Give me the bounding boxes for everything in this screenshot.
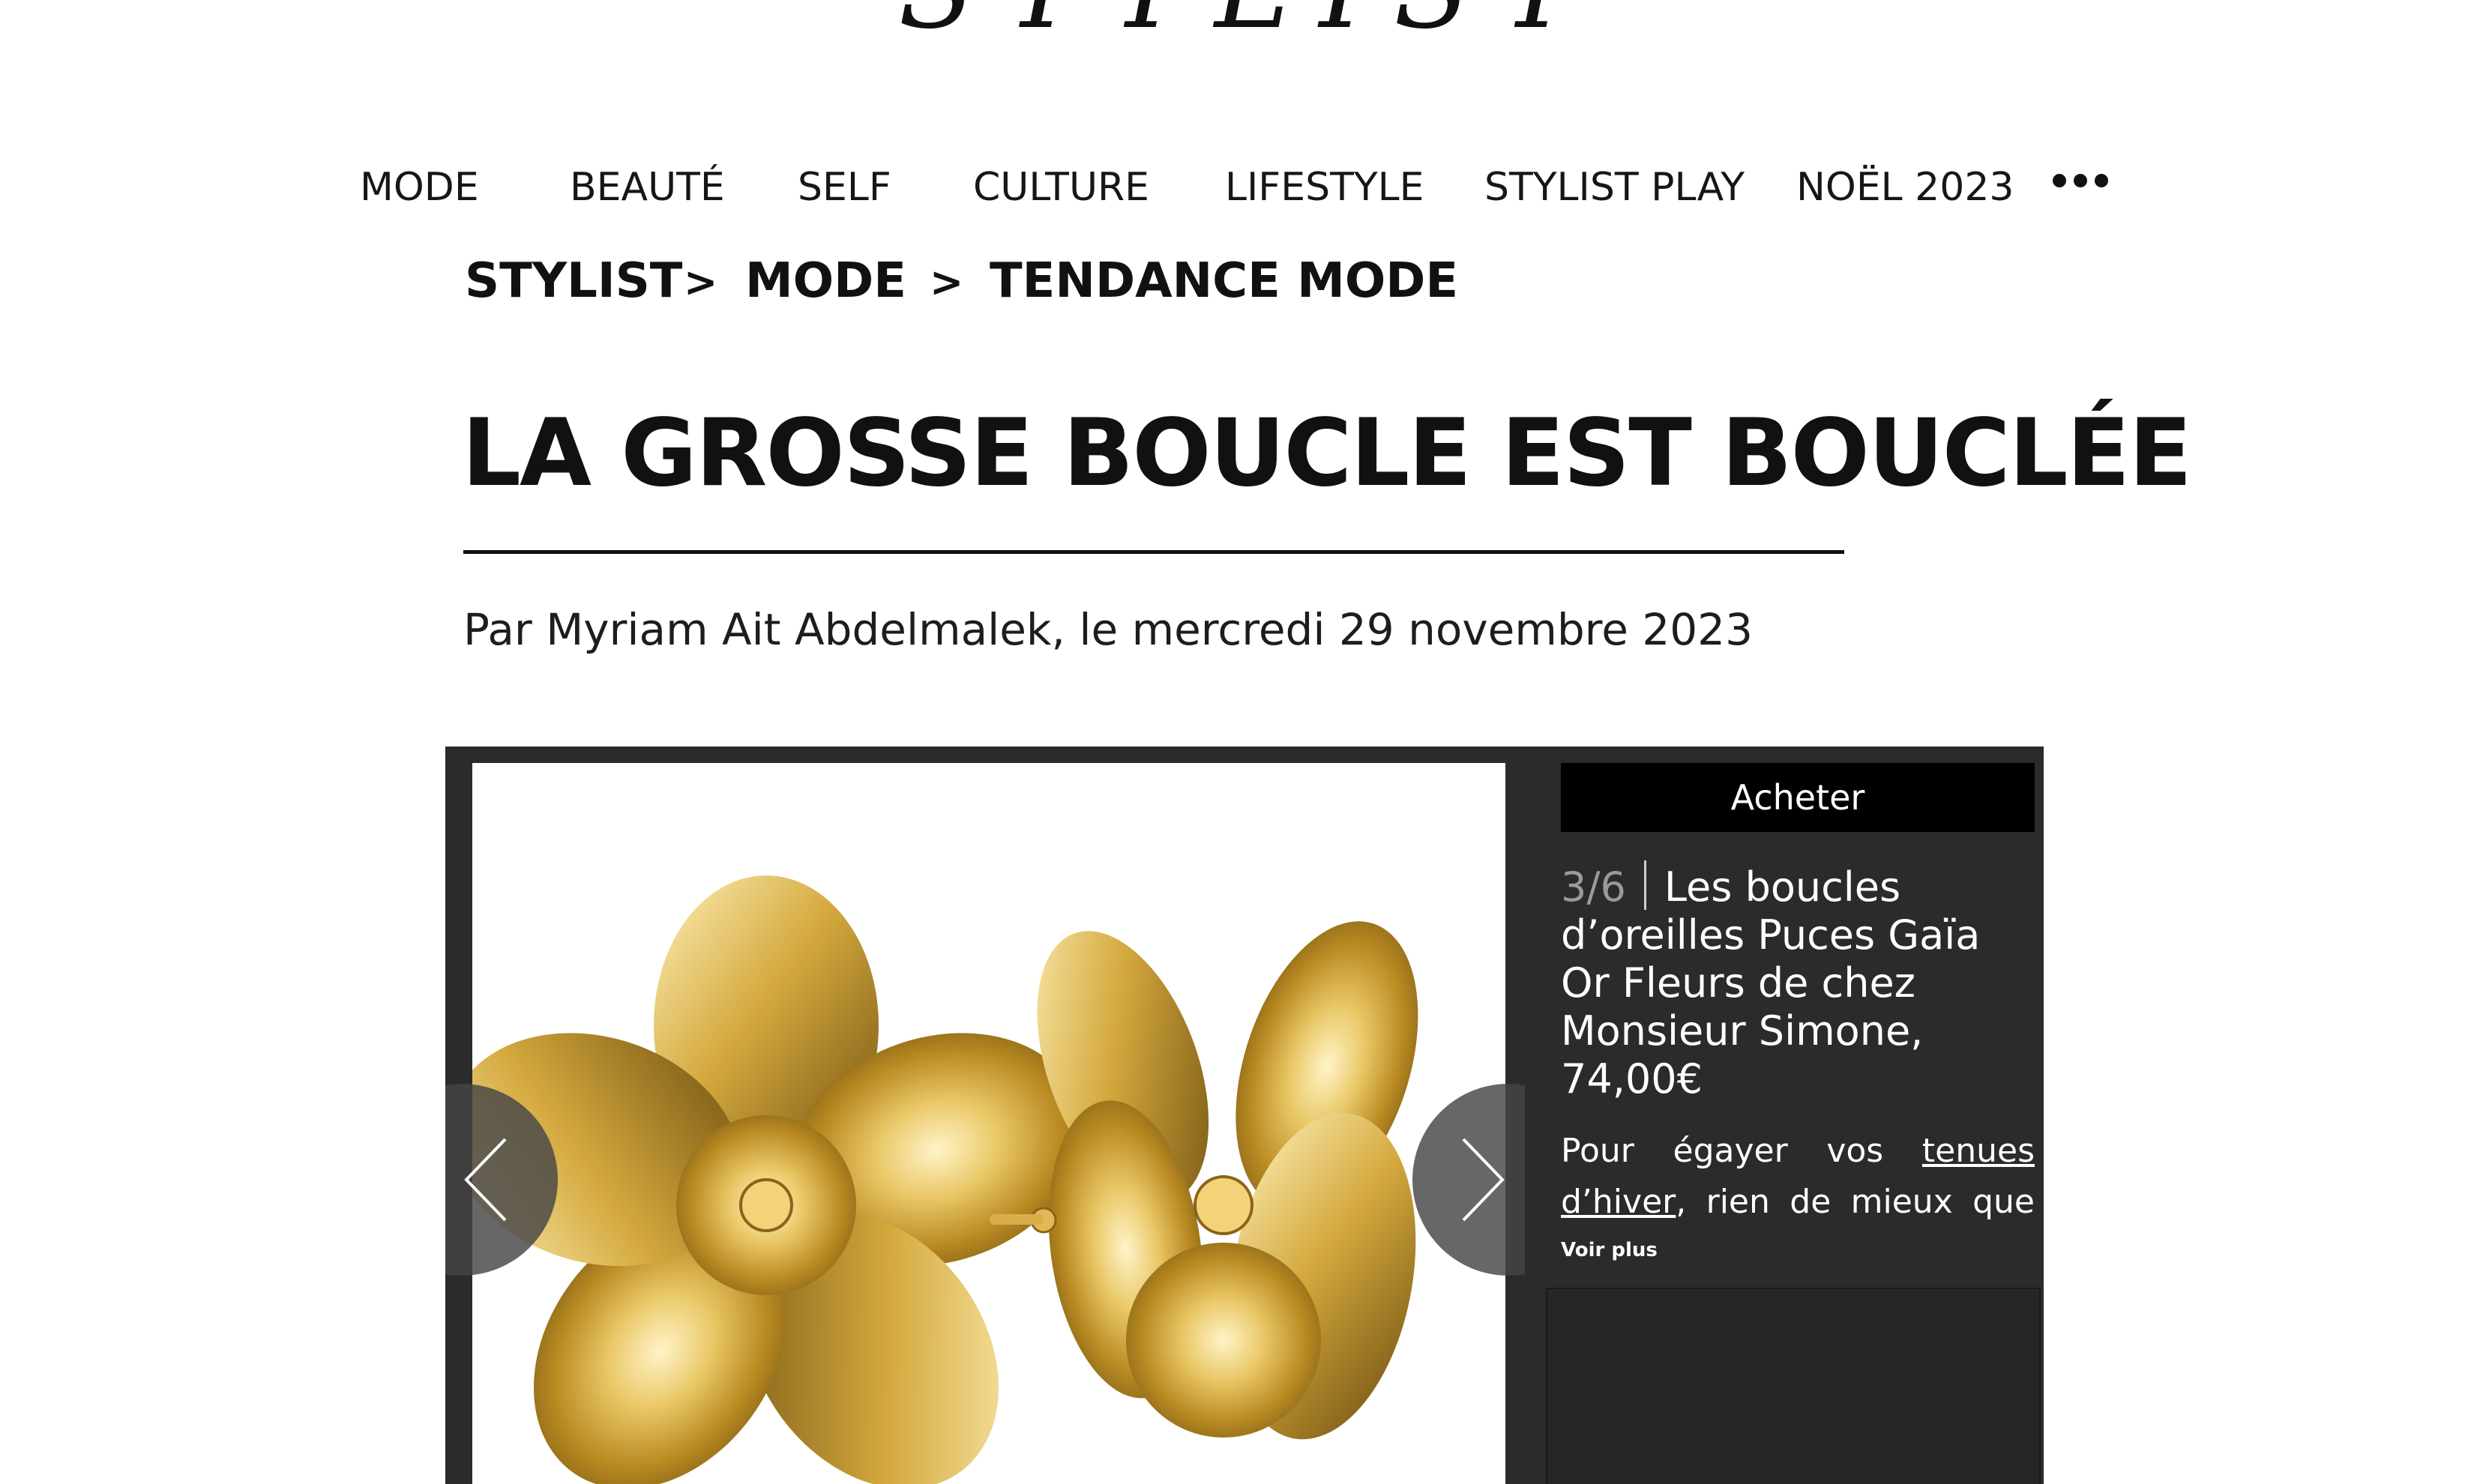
gold-flower-earrings-image[interactable] (472, 763, 1505, 1484)
breadcrumb-separator: > (930, 259, 964, 306)
see-more-link[interactable]: Voir plus (1561, 1237, 1658, 1264)
nav-item-self[interactable]: SELF (798, 157, 891, 217)
chevron-right-icon (1462, 1138, 1505, 1222)
breadcrumb-stylist[interactable]: STYLIST (465, 251, 682, 311)
slide-info-panel: Acheter 3/6 Les boucles d’oreilles Puces … (1546, 763, 2044, 1484)
breadcrumb-tendance-mode[interactable]: TENDANCE MODE (990, 251, 1458, 311)
slide-title: 3/6 Les boucles d’oreilles Puces Gaïa Or … (1561, 860, 2035, 1103)
buy-button[interactable]: Acheter (1561, 763, 2035, 832)
nav-item-culture[interactable]: CULTURE (973, 157, 1149, 217)
title-divider (463, 550, 1844, 554)
breadcrumb-separator: > (684, 259, 718, 306)
slideshow-next-button[interactable] (1412, 1084, 1525, 1276)
chevron-left-icon (464, 1138, 507, 1222)
nav-item-stylist-play[interactable]: STYLIST PLAY (1484, 157, 1745, 217)
slide-description: Pour égayer vos tenues d’hiver, rien de … (1561, 1126, 2035, 1228)
slide-description-prefix: Pour égayer vos (1561, 1132, 1922, 1170)
nav-item-lifestyle[interactable]: LIFESTYLE (1225, 157, 1424, 217)
article-title: LA GROSSE BOUCLE EST BOUCLÉE (462, 399, 2192, 507)
nav-item-noel-2023[interactable]: NOËL 2023 (1796, 157, 2014, 217)
nav-item-mode[interactable]: MODE (360, 157, 479, 217)
slideshow: Acheter 3/6 Les boucles d’oreilles Puces … (445, 746, 2044, 1484)
more-horizontal-icon[interactable] (2053, 168, 2113, 198)
breadcrumb-mode[interactable]: MODE (745, 251, 906, 311)
article-byline: Par Myriam Ait Abdelmalek, le mercredi 2… (463, 604, 1753, 655)
site-logo[interactable]: STYLIST (840, 0, 1664, 37)
nav-item-beaute[interactable]: BEAUTÉ (570, 157, 725, 217)
slideshow-prev-button[interactable] (445, 1084, 558, 1276)
ad-placeholder (1546, 1288, 2041, 1484)
counter-separator (1643, 860, 1646, 910)
slide-counter: 3/6 (1561, 863, 1626, 911)
